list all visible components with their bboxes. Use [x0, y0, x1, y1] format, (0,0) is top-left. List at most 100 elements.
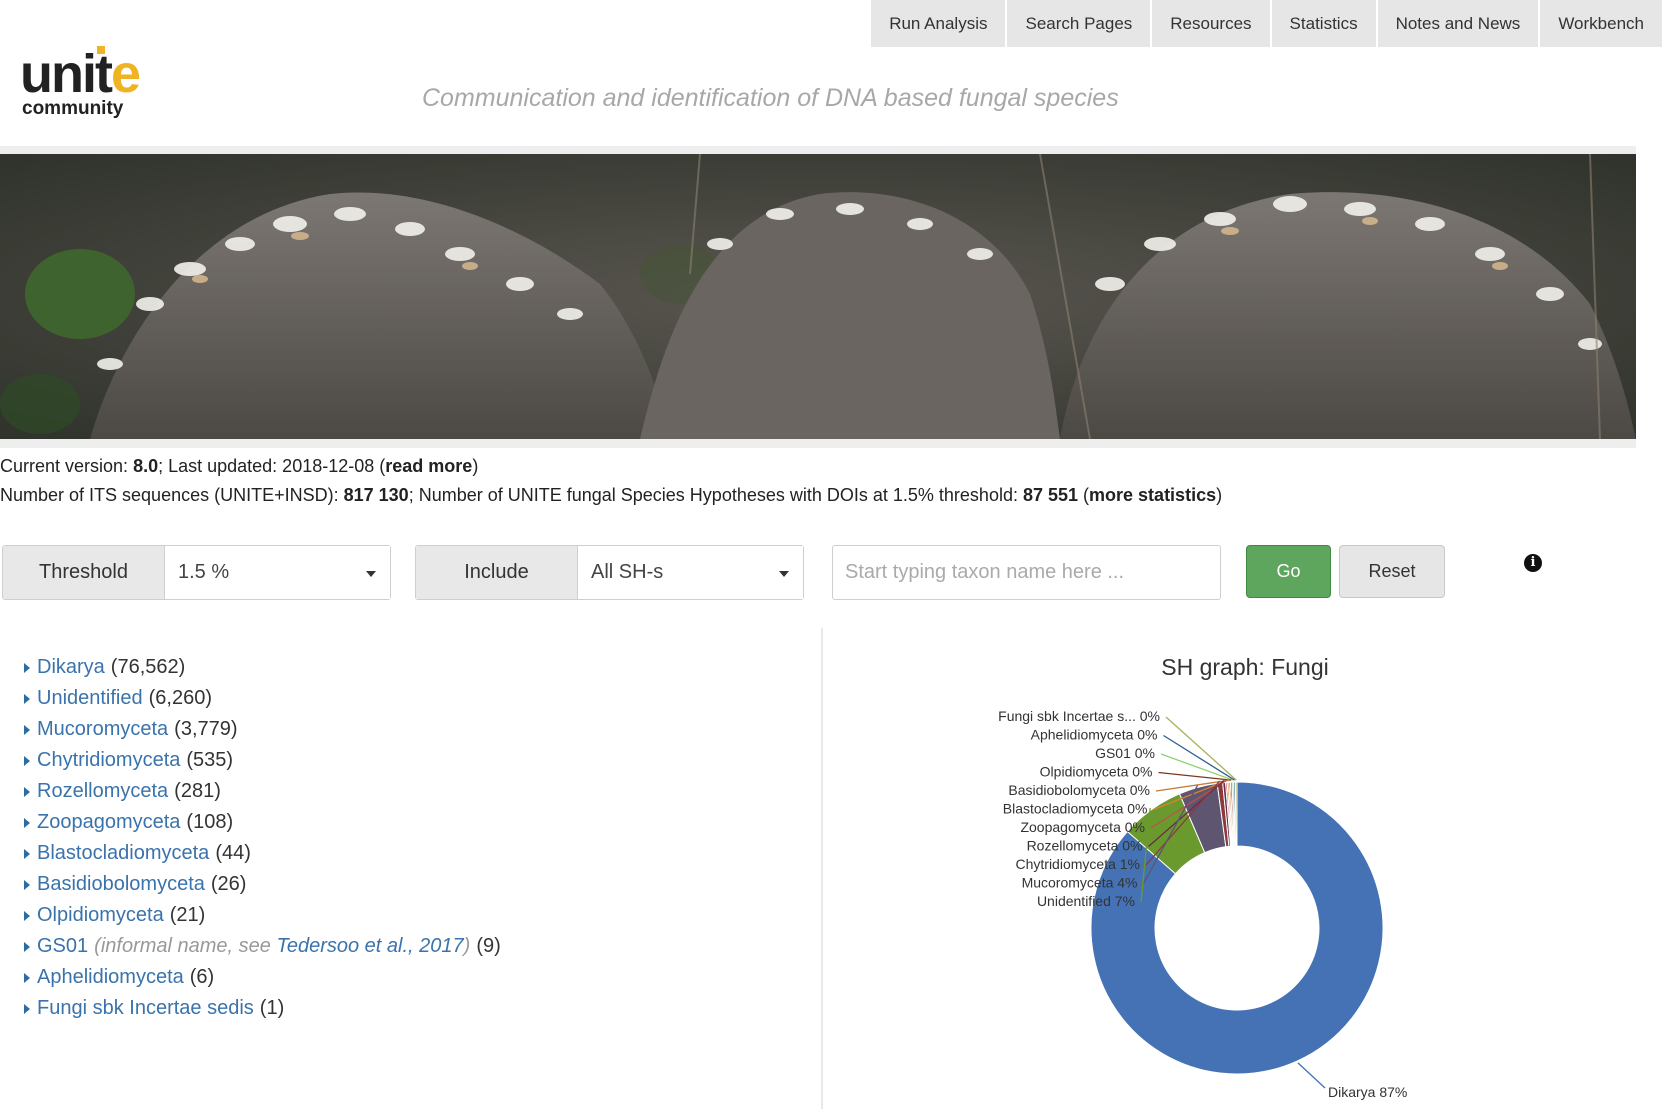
chart-title: SH graph: Fungi: [1161, 654, 1329, 680]
expand-triangle-icon[interactable]: [24, 755, 30, 766]
sh-count-label: ; Number of UNITE fungal Species Hypothe…: [408, 485, 1023, 505]
taxon-link[interactable]: Aphelidiomyceta: [37, 966, 184, 989]
expand-triangle-icon[interactable]: [24, 662, 30, 673]
taxon-note-text: (informal name, see: [94, 935, 277, 957]
last-updated-label: ; Last updated: 2018-12-08 (: [158, 456, 386, 476]
taxon-link[interactable]: GS01: [37, 935, 88, 958]
version-close-paren: ): [472, 456, 479, 476]
version-value: 8.0: [133, 456, 159, 476]
more-statistics-link[interactable]: more statistics: [1089, 485, 1216, 505]
list-item: Dikarya (76,562): [24, 652, 501, 683]
threshold-select[interactable]: 1.5 %: [165, 546, 390, 599]
include-select[interactable]: All SH-s: [578, 546, 803, 599]
taxon-link[interactable]: Mucoromyceta: [37, 718, 168, 741]
expand-triangle-icon[interactable]: [24, 724, 30, 735]
taxon-count: (3,779): [174, 718, 238, 740]
list-item: Chytridiomyceta (535): [24, 745, 501, 776]
caret-down-icon: [779, 571, 789, 577]
nav-resources[interactable]: Resources: [1150, 0, 1270, 47]
list-item: Aphelidiomyceta (6): [24, 962, 501, 993]
slice-label: Blastocladiomyceta 0%: [1003, 801, 1148, 817]
reset-button[interactable]: Reset: [1339, 545, 1445, 598]
slice-label: Zoopagomyceta 0%: [1020, 819, 1145, 835]
nav-workbench[interactable]: Workbench: [1538, 0, 1662, 47]
logo-wordmark: unite: [20, 44, 141, 104]
list-item: GS01 (informal name, see Tedersoo et al.,…: [24, 931, 501, 962]
taxon-count: (21): [169, 904, 206, 926]
taxon-search-input[interactable]: [832, 545, 1221, 600]
taxon-note: (informal name, see Tedersoo et al., 201…: [94, 935, 470, 958]
taxon-link[interactable]: Fungi sbk Incertae sedis: [37, 997, 254, 1020]
threshold-filter: Threshold 1.5 %: [2, 545, 391, 600]
expand-triangle-icon[interactable]: [24, 1003, 30, 1014]
slice-label: Aphelidiomyceta 0%: [1031, 727, 1158, 743]
taxon-count: (9): [476, 935, 501, 957]
slice-label: Basidiobolomyceta 0%: [1008, 782, 1150, 798]
nav-run-analysis[interactable]: Run Analysis: [869, 0, 1006, 47]
taxon-link[interactable]: Chytridiomyceta: [37, 749, 180, 772]
sh-donut-chart: Fungi sbk Incertae s... 0% Aphelidiomycet…: [998, 708, 1407, 1100]
read-more-link[interactable]: read more: [385, 456, 472, 476]
taxon-link[interactable]: Dikarya: [37, 656, 105, 679]
slice-label: Dikarya 87%: [1328, 1084, 1407, 1100]
donut-slice-fungi-sbk-incertae-s[interactable]: [1234, 781, 1238, 847]
taxon-count: (535): [186, 749, 234, 771]
expand-triangle-icon[interactable]: [24, 786, 30, 797]
taxon-link[interactable]: Blastocladiomyceta: [37, 842, 209, 865]
expand-triangle-icon[interactable]: [24, 941, 30, 952]
info-icon[interactable]: i: [1524, 554, 1542, 572]
taxa-list: Dikarya (76,562) Unidentified (6,260) Muco…: [24, 652, 501, 1024]
sequence-count-value: 817 130: [343, 485, 409, 505]
slice-label: Rozellomyceta 0%: [1027, 838, 1143, 854]
list-item: Basidiobolomyceta (26): [24, 869, 501, 900]
taxon-count: (26): [210, 873, 247, 895]
leader-line: [1297, 1062, 1326, 1089]
reference-link[interactable]: Tedersoo et al., 2017: [276, 935, 463, 957]
taxon-count: (281): [174, 780, 221, 802]
taxon-link[interactable]: Olpidiomyceta: [37, 904, 164, 927]
expand-triangle-icon[interactable]: [24, 879, 30, 890]
mushroom-photo-illustration: [0, 154, 1636, 439]
unite-logo[interactable]: unite community: [20, 44, 180, 124]
leader-line: [1158, 771, 1232, 781]
expand-triangle-icon[interactable]: [24, 848, 30, 859]
taxon-link[interactable]: Zoopagomyceta: [37, 811, 180, 834]
expand-triangle-icon[interactable]: [24, 693, 30, 704]
taxon-link[interactable]: Unidentified: [37, 687, 143, 710]
expand-triangle-icon[interactable]: [24, 817, 30, 828]
stats-close-paren: ): [1216, 485, 1223, 505]
list-item: Rozellomyceta (281): [24, 776, 501, 807]
include-filter: Include All SH-s: [415, 545, 804, 600]
top-navigation: Run Analysis Search Pages Resources Stat…: [869, 0, 1662, 47]
taxon-count: (6,260): [148, 687, 212, 709]
nav-statistics[interactable]: Statistics: [1269, 0, 1376, 47]
nav-search-pages[interactable]: Search Pages: [1005, 0, 1151, 47]
column-divider: [821, 628, 823, 1109]
list-item: Blastocladiomyceta (44): [24, 838, 501, 869]
include-value: All SH-s: [591, 561, 664, 583]
taxon-count: (1): [259, 997, 285, 1019]
slice-label: Olpidiomyceta 0%: [1040, 764, 1153, 780]
taxon-count: (6): [189, 966, 215, 988]
taxon-link[interactable]: Rozellomyceta: [37, 780, 168, 803]
logo-dot: [97, 46, 105, 54]
expand-triangle-icon[interactable]: [24, 972, 30, 983]
list-item: Olpidiomyceta (21): [24, 900, 501, 931]
nav-notes-and-news[interactable]: Notes and News: [1375, 0, 1539, 47]
logo-subtitle: community: [22, 98, 124, 119]
include-label: Include: [416, 546, 578, 599]
sequence-count-label: Number of ITS sequences (UNITE+INSD):: [0, 485, 344, 505]
slice-label: Mucoromyceta 4%: [1022, 875, 1138, 891]
list-item: Zoopagomyceta (108): [24, 807, 501, 838]
threshold-label: Threshold: [3, 546, 165, 599]
taxon-note-close: ): [463, 935, 471, 957]
leader-line: [1163, 734, 1235, 781]
logo-text-accent: e: [110, 44, 141, 104]
go-button[interactable]: Go: [1246, 545, 1331, 598]
taxon-link[interactable]: Basidiobolomyceta: [37, 873, 205, 896]
site-tagline: Communication and identification of DNA …: [422, 84, 1119, 112]
sequence-stats: Number of ITS sequences (UNITE+INSD): 81…: [0, 485, 1222, 506]
expand-triangle-icon[interactable]: [24, 910, 30, 921]
list-item: Fungi sbk Incertae sedis (1): [24, 993, 501, 1024]
list-item: Unidentified (6,260): [24, 683, 501, 714]
